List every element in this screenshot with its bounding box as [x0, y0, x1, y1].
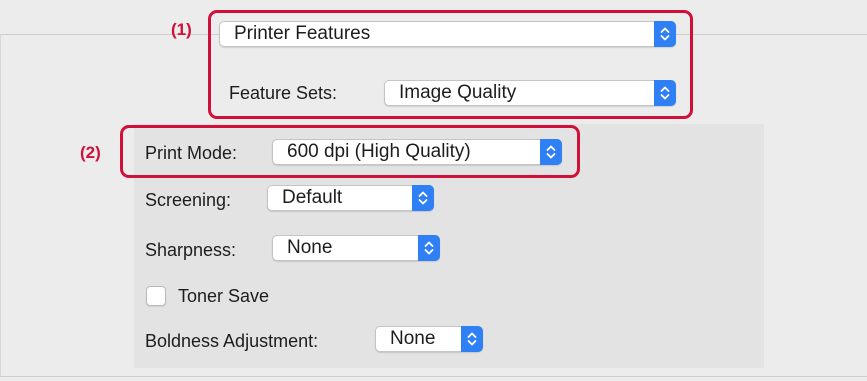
sharpness-value: None [287, 237, 333, 258]
divider-bottom [0, 376, 867, 377]
feature-sets-label: Feature Sets: [229, 83, 338, 103]
print-mode-popup[interactable]: 600 dpi (High Quality) [272, 139, 562, 165]
callout-label-1: (1) [171, 20, 192, 39]
up-down-chevron-icon [461, 326, 483, 352]
boldness-adjustment-popup[interactable]: None [375, 326, 483, 352]
printer-features-value: Printer Features [234, 23, 371, 44]
toner-save-checkbox[interactable] [146, 286, 166, 306]
callout-label-2: (2) [80, 143, 101, 162]
boldness-adjustment-value: None [390, 328, 436, 349]
feature-sets-value: Image Quality [399, 82, 517, 103]
up-down-chevron-icon [654, 21, 676, 47]
screening-popup[interactable]: Default [267, 185, 434, 211]
up-down-chevron-icon [412, 185, 434, 211]
up-down-chevron-icon [654, 80, 676, 106]
up-down-chevron-icon [418, 235, 440, 261]
screening-label: Screening: [145, 190, 232, 210]
divider-left [0, 34, 1, 377]
feature-sets-popup[interactable]: Image Quality [384, 80, 676, 106]
sharpness-popup[interactable]: None [272, 235, 440, 261]
up-down-chevron-icon [540, 139, 562, 165]
boldness-adjustment-label: Boldness Adjustment: [145, 331, 319, 351]
printer-features-popup[interactable]: Printer Features [219, 21, 676, 47]
screening-value: Default [282, 187, 343, 208]
print-mode-label: Print Mode: [145, 143, 238, 163]
sharpness-label: Sharpness: [145, 240, 237, 260]
print-mode-value: 600 dpi (High Quality) [287, 141, 471, 162]
toner-save-label: Toner Save [178, 286, 270, 306]
